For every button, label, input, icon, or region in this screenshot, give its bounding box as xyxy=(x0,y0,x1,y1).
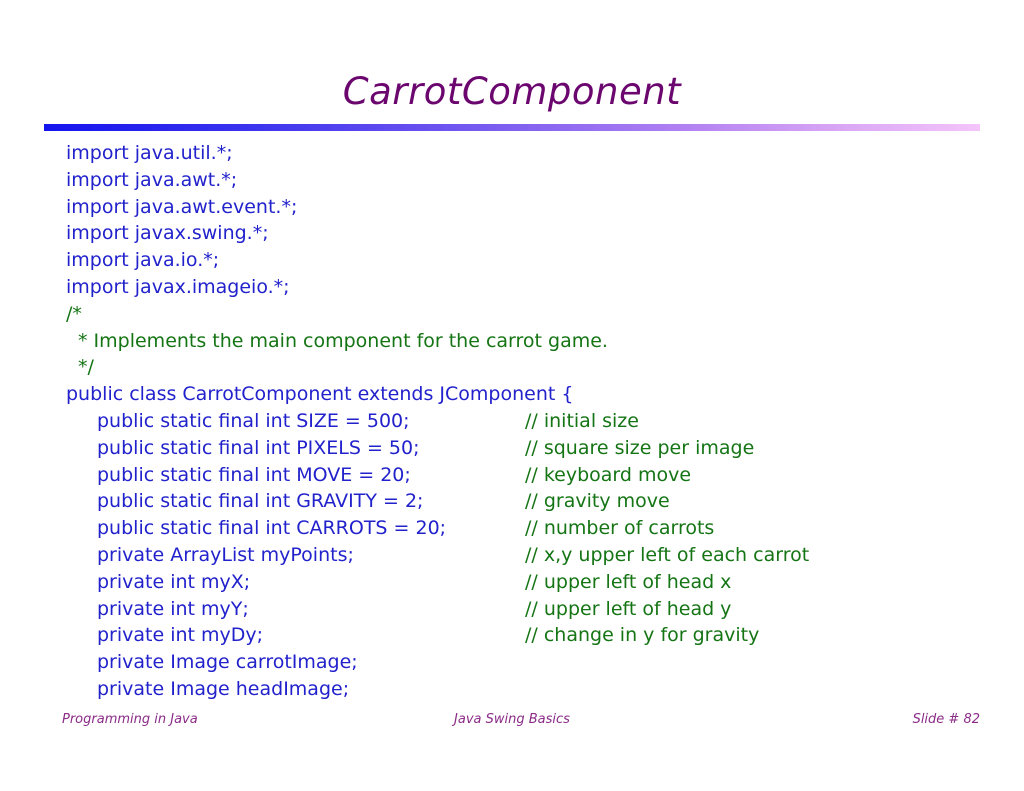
code-line-text: import java.io.*; xyxy=(66,249,220,272)
footer-topic-label: Java Swing Basics xyxy=(454,712,570,727)
code-line-text: /* xyxy=(66,302,82,325)
code-line-text: import java.awt.event.*; xyxy=(66,195,298,218)
code-line: private Image headImage; xyxy=(0,676,1024,703)
code-line-comment: // gravity move xyxy=(525,490,670,513)
code-line-text: private ArrayList myPoints; xyxy=(97,543,354,566)
code-line-text: private int myX; xyxy=(97,570,251,593)
code-line: import java.io.*; xyxy=(0,247,1024,274)
code-line-text: import javax.swing.*; xyxy=(66,222,269,245)
code-line-text: private int myY; xyxy=(97,597,249,620)
slide: CarrotComponent import java.util.*; impor… xyxy=(0,0,1024,791)
code-line: */ xyxy=(0,354,1024,381)
title-divider xyxy=(44,124,980,131)
code-line: import java.util.*; xyxy=(0,140,1024,167)
code-line: import java.awt.event.*; xyxy=(0,194,1024,221)
code-line-text: private int myDy; xyxy=(97,624,264,647)
code-line-text: public static final int SIZE = 500; xyxy=(97,409,410,432)
footer-slide-number: Slide # 82 xyxy=(912,712,980,727)
code-line: private int myX; // upper left of head x xyxy=(0,569,1024,596)
code-line: import javax.imageio.*; xyxy=(0,274,1024,301)
code-line-comment: // keyboard move xyxy=(525,463,692,486)
code-listing: import java.util.*; import java.awt.*; imp… xyxy=(0,140,1024,703)
code-line: * Implements the main component for the … xyxy=(0,328,1024,355)
page-title: CarrotComponent xyxy=(342,70,682,113)
code-line: private int myDy; // change in y for grav… xyxy=(0,622,1024,649)
code-line: public static final int PIXELS = 50; // s… xyxy=(0,435,1024,462)
code-line: import java.awt.*; xyxy=(0,167,1024,194)
code-line: public class CarrotComponent extends JCo… xyxy=(0,381,1024,408)
code-line-text: public static final int PIXELS = 50; xyxy=(97,436,420,459)
code-line-comment: // initial size xyxy=(525,409,639,432)
code-line: public static final int SIZE = 500; // in… xyxy=(0,408,1024,435)
code-line-comment: // upper left of head x xyxy=(525,570,732,593)
code-line-text: import java.awt.*; xyxy=(66,168,238,191)
code-line-text: */ xyxy=(78,356,94,379)
slide-footer: Programming in Java Java Swing Basics Sl… xyxy=(0,712,1024,736)
code-line: public static final int GRAVITY = 2; // g… xyxy=(0,488,1024,515)
code-line: private Image carrotImage; xyxy=(0,649,1024,676)
code-line-text: import javax.imageio.*; xyxy=(66,275,290,298)
code-line-text: public static final int MOVE = 20; xyxy=(97,463,411,486)
code-line-comment: // number of carrots xyxy=(525,517,715,540)
code-line-comment: // upper left of head y xyxy=(525,597,732,620)
code-line: private int myY; // upper left of head y xyxy=(0,596,1024,623)
code-line-comment: // square size per image xyxy=(525,436,755,459)
code-line-comment: // change in y for gravity xyxy=(525,624,760,647)
code-line-text: private Image headImage; xyxy=(97,677,350,700)
code-line-text: import java.util.*; xyxy=(66,142,233,164)
code-line-comment: // x,y upper left of each carrot xyxy=(525,543,810,566)
code-line-text: public class CarrotComponent extends JCo… xyxy=(66,383,574,406)
code-line: private ArrayList myPoints; // x,y upper … xyxy=(0,542,1024,569)
code-line: /* xyxy=(0,301,1024,328)
code-line-text: public static final int GRAVITY = 2; xyxy=(97,490,424,513)
code-line-text: public static final int CARROTS = 20; xyxy=(97,517,447,540)
code-line-text: private Image carrotImage; xyxy=(97,651,358,674)
code-line: public static final int CARROTS = 20; // … xyxy=(0,515,1024,542)
code-line: import javax.swing.*; xyxy=(0,220,1024,247)
code-line-text: * Implements the main component for the … xyxy=(78,329,608,352)
code-line: public static final int MOVE = 20; // key… xyxy=(0,462,1024,489)
